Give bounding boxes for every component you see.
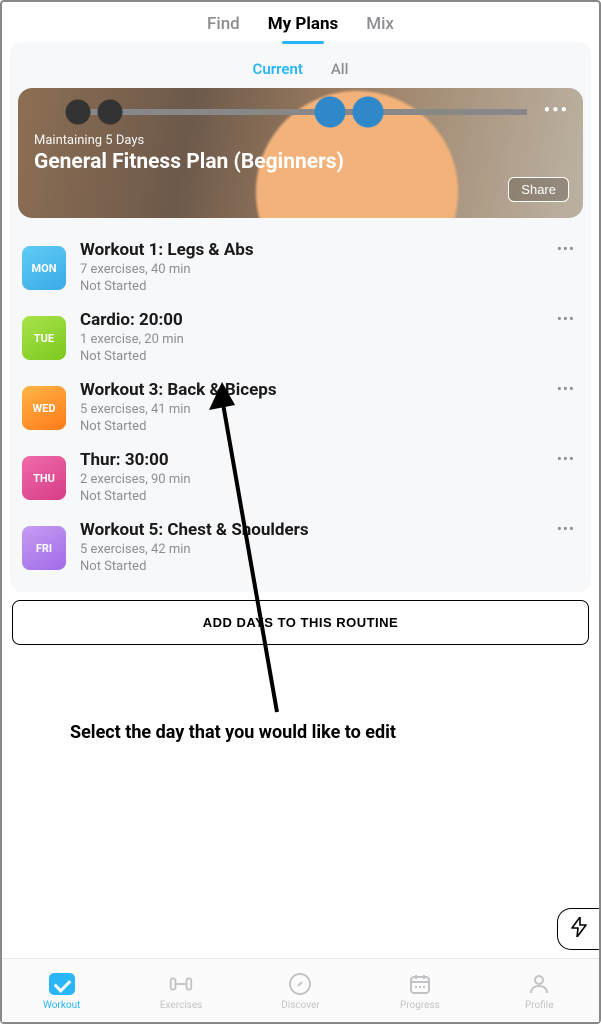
workout-row-thu[interactable]: THU Thur: 30:00 2 exercises, 90 min Not … [18, 444, 583, 514]
workout-row-fri[interactable]: FRI Workout 5: Chest & Shoulders 5 exerc… [18, 514, 583, 584]
content: ••• Maintaining 5 Days General Fitness P… [10, 88, 591, 592]
workout-icon [49, 971, 75, 997]
nav-label: Profile [525, 1000, 554, 1011]
nav-profile[interactable]: Profile [504, 971, 574, 1011]
workout-row-tue[interactable]: TUE Cardio: 20:00 1 exercise, 20 min Not… [18, 304, 583, 374]
workout-meta: 7 exercises, 40 min [80, 262, 579, 277]
workout-status: Not Started [80, 489, 579, 504]
workout-status: Not Started [80, 279, 579, 294]
workout-list: MON Workout 1: Legs & Abs 7 exercises, 4… [18, 234, 583, 584]
plan-title: General Fitness Plan (Beginners) [34, 150, 567, 174]
calendar-icon [407, 971, 433, 997]
tab-mix[interactable]: Mix [366, 14, 394, 34]
nav-label: Workout [43, 1000, 80, 1011]
tab-my-plans[interactable]: My Plans [268, 14, 338, 34]
sub-tabs: Current All [10, 42, 591, 88]
workout-meta: 1 exercise, 20 min [80, 332, 579, 347]
annotation-text: Select the day that you would like to ed… [70, 722, 396, 743]
profile-icon [526, 971, 552, 997]
workout-meta: 5 exercises, 41 min [80, 402, 579, 417]
row-more-icon[interactable]: ••• [557, 450, 575, 468]
lightning-icon [571, 917, 587, 942]
subtab-all[interactable]: All [331, 60, 349, 78]
row-more-icon[interactable]: ••• [557, 240, 575, 258]
workout-meta: 5 exercises, 42 min [80, 542, 579, 557]
row-more-icon[interactable]: ••• [557, 310, 575, 328]
nav-workout[interactable]: Workout [27, 971, 97, 1011]
nav-progress[interactable]: Progress [385, 971, 455, 1011]
nav-exercises[interactable]: Exercises [146, 971, 216, 1011]
day-chip: THU [22, 456, 66, 500]
workout-title: Workout 3: Back & Biceps [80, 380, 579, 400]
tab-find[interactable]: Find [207, 14, 240, 34]
workout-title: Workout 5: Chest & Shoulders [80, 520, 579, 540]
nav-label: Exercises [160, 1000, 202, 1011]
day-chip: TUE [22, 316, 66, 360]
day-chip: FRI [22, 526, 66, 570]
compass-icon [287, 971, 313, 997]
share-button[interactable]: Share [508, 177, 569, 202]
bottom-nav: Workout Exercises Discover Progress Prof… [2, 958, 599, 1022]
top-tabs: Find My Plans Mix [2, 2, 599, 42]
workout-title: Cardio: 20:00 [80, 310, 579, 330]
quick-action-button[interactable] [557, 908, 599, 950]
nav-label: Discover [281, 1000, 320, 1011]
row-more-icon[interactable]: ••• [557, 380, 575, 398]
workout-status: Not Started [80, 419, 579, 434]
workout-meta: 2 exercises, 90 min [80, 472, 579, 487]
subtab-current[interactable]: Current [253, 60, 303, 78]
plan-hero-card[interactable]: ••• Maintaining 5 Days General Fitness P… [18, 88, 583, 218]
workout-status: Not Started [80, 349, 579, 364]
day-chip: WED [22, 386, 66, 430]
plan-more-icon[interactable]: ••• [544, 100, 569, 121]
nav-discover[interactable]: Discover [265, 971, 335, 1011]
workout-status: Not Started [80, 559, 579, 574]
plan-subtitle: Maintaining 5 Days [34, 133, 567, 148]
day-chip: MON [22, 246, 66, 290]
dumbbell-icon [168, 971, 194, 997]
workout-row-wed[interactable]: WED Workout 3: Back & Biceps 5 exercises… [18, 374, 583, 444]
add-days-button[interactable]: ADD DAYS TO THIS ROUTINE [12, 600, 589, 645]
workout-title: Workout 1: Legs & Abs [80, 240, 579, 260]
workout-row-mon[interactable]: MON Workout 1: Legs & Abs 7 exercises, 4… [18, 234, 583, 304]
workout-title: Thur: 30:00 [80, 450, 579, 470]
row-more-icon[interactable]: ••• [557, 520, 575, 538]
nav-label: Progress [400, 1000, 440, 1011]
